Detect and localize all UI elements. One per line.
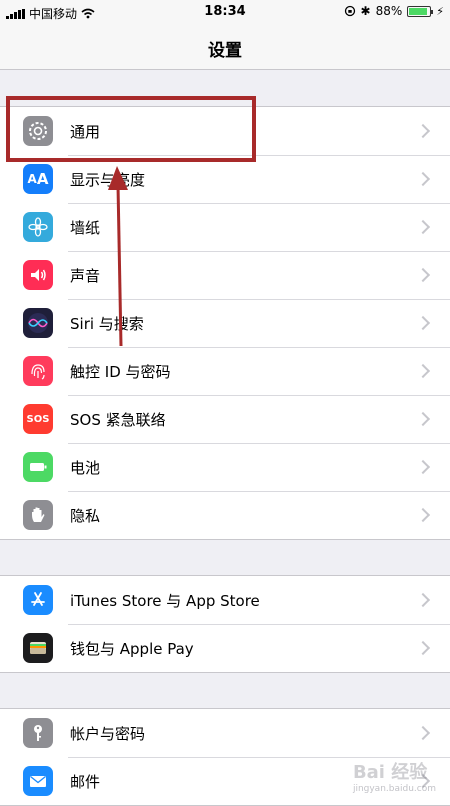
charging-icon: ⚡ — [436, 4, 444, 18]
watermark: Bai 经验 jingyan.baidu.com — [353, 758, 436, 794]
row-label: SOS 紧急联络 — [70, 410, 166, 429]
row-display-brightness[interactable]: AA 显示与亮度 — [0, 155, 450, 203]
watermark-url: jingyan.baidu.com — [352, 784, 436, 794]
row-general[interactable]: 通用 — [0, 107, 450, 155]
battery-icon — [23, 452, 53, 482]
chevron-right-icon — [415, 459, 431, 475]
row-label: 声音 — [70, 266, 101, 285]
row-touch-id-passcode[interactable]: 触控 ID 与密码 — [0, 347, 450, 395]
rotation-lock-icon — [344, 5, 355, 17]
navigation-bar: 设置 — [0, 26, 450, 70]
row-wallpaper[interactable]: 墙纸 — [0, 203, 450, 251]
chevron-right-icon — [415, 411, 431, 427]
row-label: 通用 — [70, 122, 101, 141]
row-label: 钱包与 Apple Pay — [70, 639, 194, 658]
row-label: 帐户与密码 — [70, 724, 146, 743]
row-emergency-sos[interactable]: SOS SOS 紧急联络 — [0, 395, 450, 443]
chevron-right-icon — [415, 267, 431, 283]
aa-icon: AA — [23, 164, 53, 194]
settings-group-main: 通用 AA 显示与亮度 墙纸 声音 Siri 与搜索 触控 ID 与密码 SOS… — [0, 106, 450, 540]
battery-percentage: 88% — [375, 4, 403, 18]
app-store-icon — [23, 585, 53, 615]
row-label: 显示与亮度 — [70, 170, 146, 189]
sos-icon: SOS — [23, 404, 53, 434]
row-label: 墙纸 — [70, 218, 101, 237]
watermark-text: Bai 经验 — [352, 762, 428, 783]
row-label: 触控 ID 与密码 — [70, 362, 171, 381]
wallet-icon — [23, 633, 53, 663]
gear-icon — [23, 116, 53, 146]
battery-indicator — [407, 5, 434, 17]
settings-group-stores: iTunes Store 与 App Store 钱包与 Apple Pay — [0, 575, 450, 673]
chevron-right-icon — [415, 363, 431, 379]
chevron-right-icon — [415, 171, 431, 187]
row-label: 隐私 — [70, 506, 101, 525]
chevron-right-icon — [415, 507, 431, 523]
row-wallet-apple-pay[interactable]: 钱包与 Apple Pay — [0, 624, 450, 672]
chevron-right-icon — [415, 725, 431, 741]
chevron-right-icon — [415, 219, 431, 235]
fingerprint-icon — [23, 356, 53, 386]
row-label: 电池 — [70, 458, 101, 477]
chevron-right-icon — [415, 592, 431, 608]
speaker-icon — [23, 260, 53, 290]
status-bar: 中国移动 18:34 ✱ 88% ⚡ — [0, 0, 450, 26]
row-siri-search[interactable]: Siri 与搜索 — [0, 299, 450, 347]
row-accounts-passwords[interactable]: 帐户与密码 — [0, 709, 450, 757]
row-label: Siri 与搜索 — [70, 314, 144, 333]
chevron-right-icon — [415, 640, 431, 656]
chevron-right-icon — [415, 123, 431, 139]
siri-icon — [23, 308, 53, 338]
row-label: iTunes Store 与 App Store — [70, 591, 260, 610]
row-privacy[interactable]: 隐私 — [0, 491, 450, 539]
bluetooth-icon: ✱ — [360, 4, 371, 18]
mail-icon — [23, 766, 53, 796]
chevron-right-icon — [415, 315, 431, 331]
page-title: 设置 — [208, 41, 242, 61]
row-itunes-app-store[interactable]: iTunes Store 与 App Store — [0, 576, 450, 624]
hand-icon — [23, 500, 53, 530]
key-icon — [23, 718, 53, 748]
row-battery[interactable]: 电池 — [0, 443, 450, 491]
flower-icon — [23, 212, 53, 242]
row-sounds[interactable]: 声音 — [0, 251, 450, 299]
